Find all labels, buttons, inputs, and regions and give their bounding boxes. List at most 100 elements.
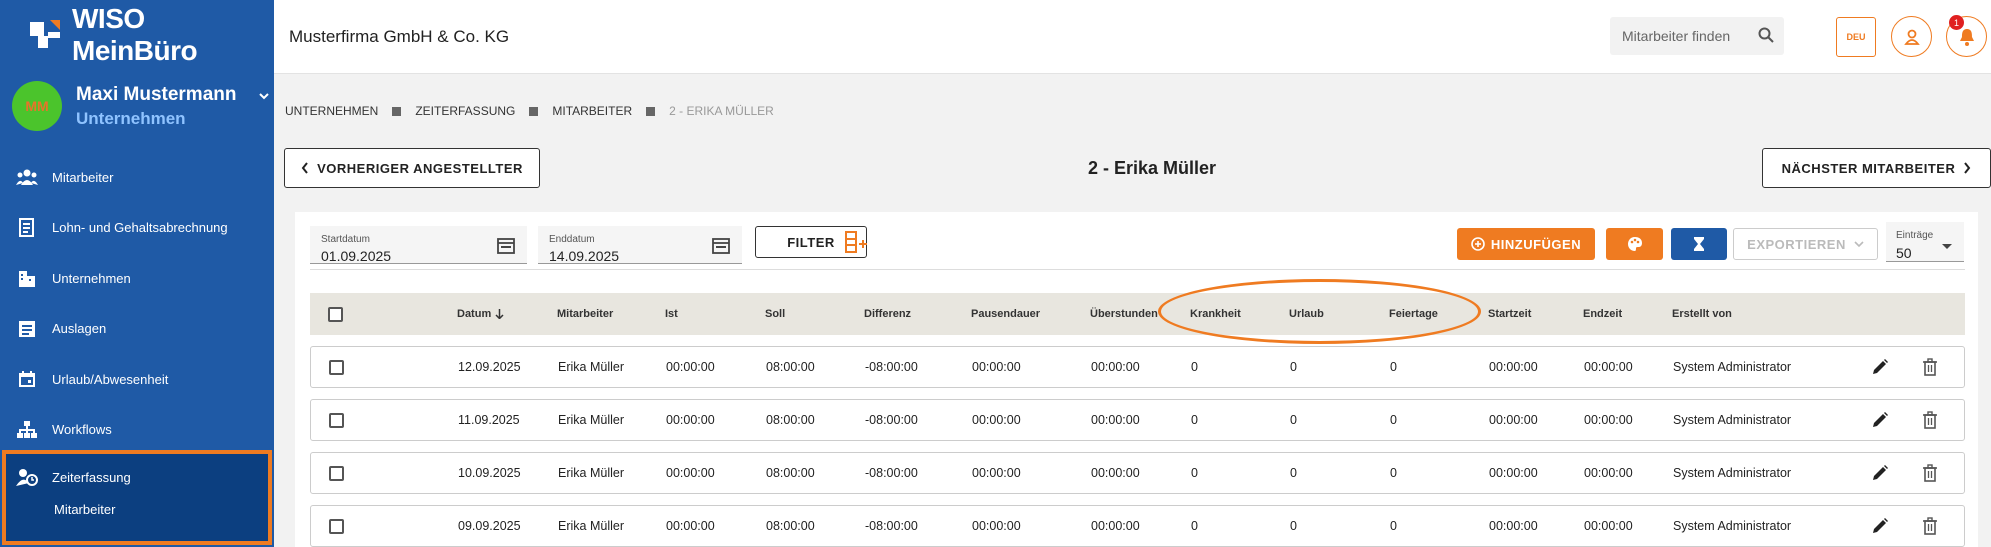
cell-feiertage: 0 (1390, 360, 1397, 374)
sidebar-item-auslagen[interactable]: Auslagen (0, 304, 274, 355)
trash-icon (1923, 358, 1937, 376)
trash-icon (1923, 464, 1937, 482)
cell-ist: 00:00:00 (666, 413, 715, 427)
calendar-icon[interactable] (712, 236, 730, 254)
delete-button[interactable] (1922, 347, 1938, 387)
column-header-pausendauer[interactable]: Pausendauer (971, 293, 1040, 335)
sidebar-item-unternehmen[interactable]: Unternehmen (0, 253, 274, 304)
edit-button[interactable] (1871, 506, 1889, 546)
edit-button[interactable] (1871, 400, 1889, 440)
add-button[interactable]: HINZUFÜGEN (1457, 228, 1595, 260)
sidebar-item-zeiterfassung-header[interactable]: Zeiterfassung (6, 454, 268, 500)
row-checkbox[interactable] (329, 400, 344, 440)
cell-erstellt-von: System Administrator (1673, 360, 1792, 374)
chevron-left-icon (301, 162, 308, 174)
calendar-icon[interactable] (497, 236, 515, 254)
sidebar-subitem-mitarbeiter[interactable]: Mitarbeiter (6, 502, 268, 517)
cell-feiertage: 0 (1390, 413, 1397, 427)
sidebar-item-lohn[interactable]: Lohn- und Gehaltsabrechnung (0, 203, 274, 254)
sidebar-nav: Mitarbeiter Lohn- und Gehaltsabrechnung … (0, 152, 274, 455)
cell-soll: 08:00:00 (766, 466, 815, 480)
column-header-ueberstunden[interactable]: Überstunden (1090, 293, 1158, 335)
search-input[interactable]: Mitarbeiter finden (1610, 17, 1784, 55)
select-all-checkbox[interactable] (328, 293, 343, 335)
end-date-field[interactable]: Enddatum 14.09.2025 (538, 226, 742, 264)
breadcrumb-item[interactable]: ZEITERFASSUNG (415, 104, 515, 118)
pencil-icon (1873, 518, 1888, 533)
column-settings-button[interactable] (844, 230, 868, 259)
column-header-ist[interactable]: Ist (665, 293, 678, 335)
divider (310, 269, 1965, 270)
table-row[interactable]: 09.09.2025 Erika Müller 00:00:00 08:00:00 -0… (310, 505, 1965, 547)
sidebar-item-mitarbeiter[interactable]: Mitarbeiter (0, 152, 274, 203)
timer-button[interactable] (1671, 228, 1727, 260)
column-header-erstellt-von[interactable]: Erstellt von (1672, 293, 1732, 335)
table-row[interactable]: 10.09.2025 Erika Müller 00:00:00 08:00:00 -0… (310, 452, 1965, 494)
table-row[interactable]: 12.09.2025 Erika Müller 00:00:00 08:00:00 -0… (310, 346, 1965, 388)
delete-button[interactable] (1922, 400, 1938, 440)
profile-button[interactable] (1891, 16, 1932, 57)
column-header-startzeit[interactable]: Startzeit (1488, 293, 1531, 335)
cell-startzeit: 00:00:00 (1489, 413, 1538, 427)
document-icon (16, 217, 38, 239)
cell-soll: 08:00:00 (766, 360, 815, 374)
column-header-endzeit[interactable]: Endzeit (1583, 293, 1622, 335)
person-clock-icon (16, 466, 38, 488)
next-employee-button[interactable]: NÄCHSTER MITARBEITER (1762, 148, 1991, 188)
column-header-soll[interactable]: Soll (765, 293, 785, 335)
sidebar-item-workflows[interactable]: Workflows (0, 405, 274, 456)
topbar: Musterfirma GmbH & Co. KG Mitarbeiter fi… (274, 0, 1991, 74)
entries-label: Einträge (1896, 230, 1934, 241)
column-header-datum[interactable]: Datum (457, 293, 504, 335)
chevron-down-icon (259, 93, 270, 100)
app-logo[interactable]: WISO MeinBüro (0, 0, 274, 70)
row-checkbox[interactable] (329, 506, 344, 546)
search-placeholder: Mitarbeiter finden (1622, 28, 1731, 44)
cell-mitarbeiter: Erika Müller (558, 360, 624, 374)
pencil-icon (1873, 412, 1888, 427)
notifications-button[interactable]: 1 (1946, 15, 1987, 57)
highlight-annotation (1158, 279, 1481, 344)
table-header: Datum Mitarbeiter Ist Soll Differenz Pau… (310, 293, 1965, 335)
cell-datum: 10.09.2025 (458, 466, 521, 480)
user-menu[interactable]: MM Maxi Mustermann Unternehmen (0, 70, 274, 142)
breadcrumb-item[interactable]: MITARBEITER (552, 104, 632, 118)
cell-endzeit: 00:00:00 (1584, 466, 1633, 480)
color-button[interactable] (1606, 228, 1663, 260)
chevron-right-icon (1964, 162, 1971, 174)
cell-ueberstunden: 00:00:00 (1091, 360, 1140, 374)
cell-ueberstunden: 00:00:00 (1091, 466, 1140, 480)
table-row[interactable]: 11.09.2025 Erika Müller 00:00:00 08:00:00 -0… (310, 399, 1965, 441)
cell-soll: 08:00:00 (766, 413, 815, 427)
cell-urlaub: 0 (1290, 360, 1297, 374)
trash-icon (1923, 517, 1937, 535)
previous-employee-button[interactable]: VORHERIGER ANGESTELLTER (284, 148, 540, 188)
sidebar-item-zeiterfassung[interactable]: Zeiterfassung Mitarbeiter (2, 450, 272, 545)
cell-differenz: -08:00:00 (865, 519, 918, 533)
row-checkbox[interactable] (329, 347, 344, 387)
edit-button[interactable] (1871, 453, 1889, 493)
sidebar-item-urlaub[interactable]: Urlaub/Abwesenheit (0, 354, 274, 405)
export-button[interactable]: EXPORTIEREN (1733, 228, 1878, 260)
language-button[interactable]: DEU (1836, 17, 1876, 57)
entries-select[interactable]: Einträge 50 (1886, 222, 1964, 262)
delete-button[interactable] (1922, 506, 1938, 546)
sort-down-icon (495, 309, 504, 319)
sidebar-item-label: Workflows (52, 422, 112, 438)
company-name: Musterfirma GmbH & Co. KG (289, 26, 510, 46)
start-date-field[interactable]: Startdatum 01.09.2025 (310, 226, 527, 264)
notification-badge: 1 (1949, 15, 1964, 30)
delete-button[interactable] (1922, 453, 1938, 493)
cell-ist: 00:00:00 (666, 519, 715, 533)
cell-erstellt-von: System Administrator (1673, 519, 1792, 533)
breadcrumb-item[interactable]: UNTERNEHMEN (285, 104, 378, 118)
row-checkbox[interactable] (329, 453, 344, 493)
column-header-mitarbeiter[interactable]: Mitarbeiter (557, 293, 613, 335)
cell-mitarbeiter: Erika Müller (558, 413, 624, 427)
content-panel: Startdatum 01.09.2025 Enddatum 14.09.202… (295, 212, 1978, 547)
edit-button[interactable] (1871, 347, 1889, 387)
column-header-differenz[interactable]: Differenz (864, 293, 911, 335)
cell-datum: 11.09.2025 (458, 413, 520, 427)
cell-startzeit: 00:00:00 (1489, 466, 1538, 480)
caret-down-icon (1942, 244, 1952, 249)
